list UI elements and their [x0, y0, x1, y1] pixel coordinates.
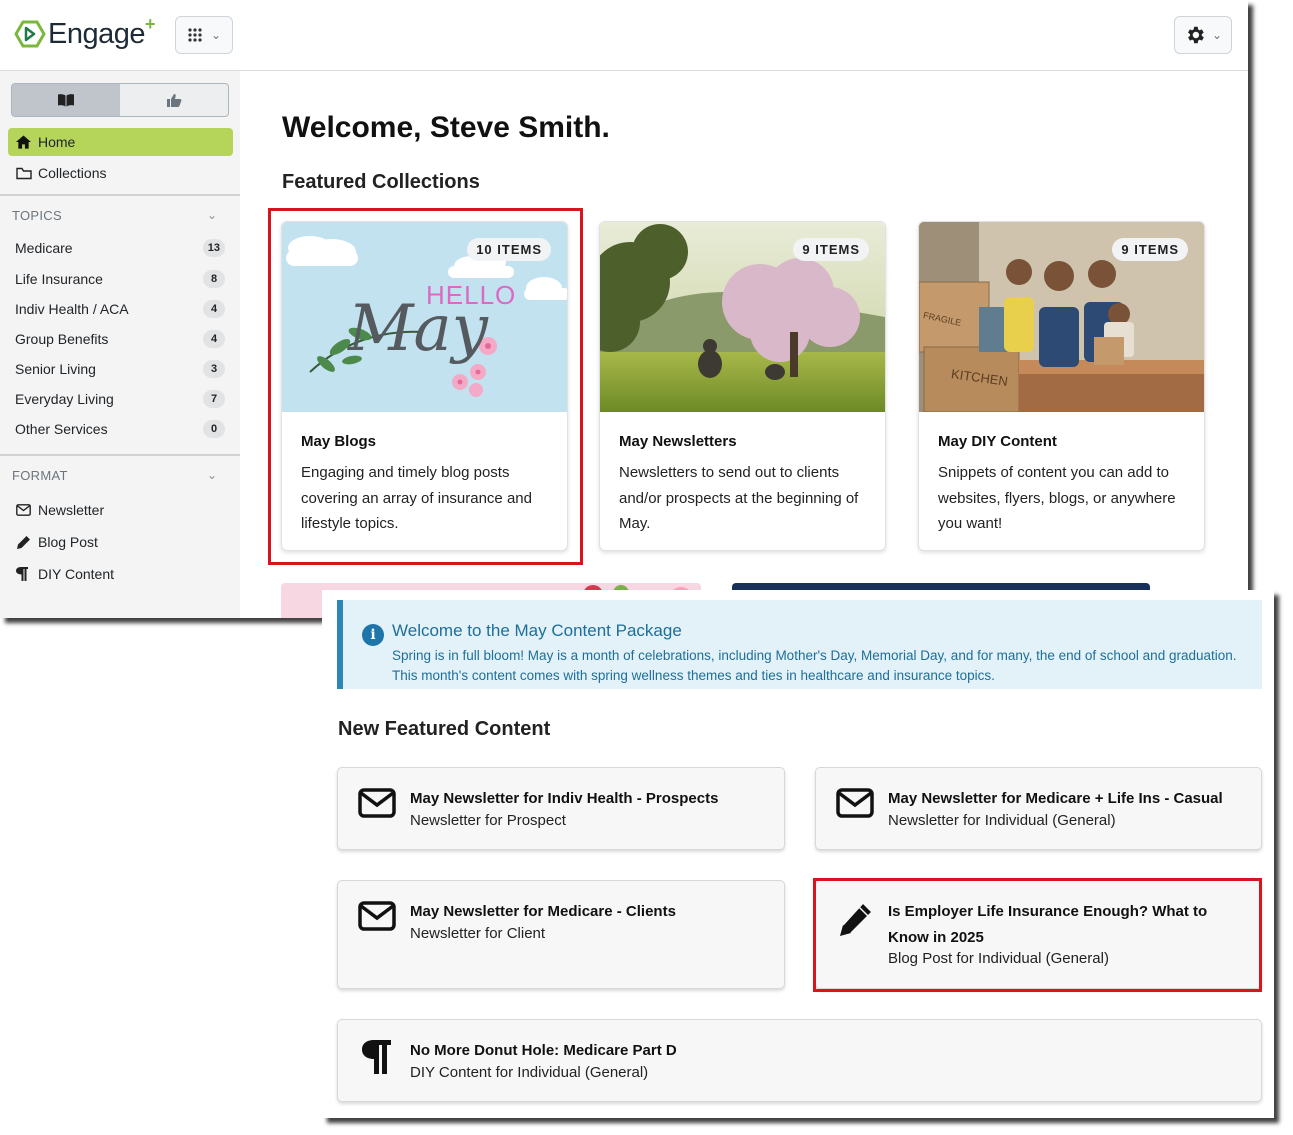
- item-title: May Newsletter for Indiv Health - Prospe…: [410, 790, 719, 807]
- count-badge: 4: [203, 300, 225, 318]
- format-item-newsletter[interactable]: Newsletter: [8, 496, 233, 524]
- brand-logo[interactable]: Engage +: [14, 13, 156, 52]
- topic-item-everyday-living[interactable]: Everyday Living 7: [15, 387, 225, 411]
- topics-collapse-chevron-icon[interactable]: ⌄: [207, 208, 217, 222]
- collection-card-may-diy-content[interactable]: FRAGILE KITCHEN 9 ITEMS May DIY Content …: [918, 221, 1205, 551]
- topic-label: Indiv Health / ACA: [15, 301, 129, 317]
- count-badge: 0: [203, 420, 225, 438]
- envelope-icon: [835, 788, 875, 824]
- book-icon: [58, 94, 74, 107]
- highlight-box: [813, 878, 1262, 992]
- count-badge: 8: [203, 270, 225, 288]
- topic-label: Life Insurance: [15, 271, 103, 287]
- info-alert: i Welcome to the May Content Package Spr…: [337, 600, 1262, 689]
- may-diy-content-image: FRAGILE KITCHEN 9 ITEMS: [919, 222, 1204, 412]
- main-content: Welcome, Steve Smith. Featured Collectio…: [240, 71, 1248, 618]
- topic-label: Senior Living: [15, 361, 96, 377]
- envelope-icon: [16, 504, 38, 516]
- topic-label: Everyday Living: [15, 391, 114, 407]
- logo-text: Engage: [48, 17, 146, 50]
- page-title: Welcome, Steve Smith.: [282, 111, 610, 144]
- card-title: May DIY Content: [938, 433, 1057, 450]
- top-navbar: Engage + ⌄ ⌄: [0, 0, 1248, 71]
- topics-section-label: TOPICS: [12, 208, 62, 223]
- logo-plus: +: [145, 13, 156, 34]
- topic-item-life-insurance[interactable]: Life Insurance 8: [15, 267, 225, 291]
- apps-menu-button[interactable]: ⌄: [175, 16, 233, 54]
- sidebar-item-label: Collections: [38, 165, 107, 181]
- app-window-top: Engage + ⌄ ⌄ Home Collections TOPICS ⌄ M…: [0, 0, 1248, 618]
- settings-menu-button[interactable]: ⌄: [1174, 16, 1232, 54]
- topic-label: Group Benefits: [15, 331, 109, 347]
- item-count-badge: 9 ITEMS: [1112, 238, 1188, 261]
- topic-label: Medicare: [15, 240, 73, 256]
- item-count-badge: 9 ITEMS: [793, 238, 869, 261]
- format-item-blog-post[interactable]: Blog Post: [8, 528, 233, 556]
- card-description: Newsletters to send out to clients and/o…: [619, 464, 859, 532]
- count-badge: 13: [202, 239, 225, 257]
- view-toggle: [11, 83, 229, 117]
- item-title: May Newsletter for Medicare - Clients: [410, 903, 676, 920]
- card-title: May Newsletters: [619, 433, 737, 450]
- count-badge: 3: [203, 360, 225, 378]
- paragraph-icon: [357, 1040, 397, 1076]
- format-section-label: FORMAT: [12, 468, 68, 483]
- sidebar-item-collections[interactable]: Collections: [8, 159, 233, 187]
- content-item-medicare-life-newsletter[interactable]: May Newsletter for Medicare + Life Ins -…: [815, 767, 1262, 850]
- content-item-indiv-health-newsletter[interactable]: May Newsletter for Indiv Health - Prospe…: [337, 767, 785, 850]
- alert-title: Welcome to the May Content Package: [392, 621, 682, 640]
- highlight-box: [268, 208, 583, 565]
- card-description: Snippets of content you can add to websi…: [938, 464, 1176, 532]
- home-icon: [16, 135, 38, 149]
- sidebar-item-home[interactable]: Home: [8, 128, 233, 156]
- chevron-down-icon: ⌄: [210, 28, 222, 42]
- topic-item-indiv-health[interactable]: Indiv Health / ACA 4: [15, 297, 225, 321]
- format-collapse-chevron-icon[interactable]: ⌄: [207, 468, 217, 482]
- item-title: May Newsletter for Medicare + Life Ins -…: [888, 790, 1223, 807]
- item-title: No More Donut Hole: Medicare Part D: [410, 1042, 677, 1059]
- may-newsletters-image: 9 ITEMS: [600, 222, 885, 412]
- envelope-icon: [357, 901, 397, 937]
- envelope-icon: [357, 788, 397, 824]
- sidebar: Home Collections TOPICS ⌄ Medicare 13 Li…: [0, 71, 240, 618]
- hexagon-logo-icon: [14, 20, 46, 48]
- collection-card-may-newsletters[interactable]: 9 ITEMS May Newsletters Newsletters to s…: [599, 221, 886, 551]
- item-subtitle: Newsletter for Client: [410, 925, 546, 942]
- thumbs-up-icon: [167, 94, 182, 107]
- item-subtitle: DIY Content for Individual (General): [410, 1064, 649, 1081]
- sidebar-item-label: Home: [38, 134, 76, 150]
- section-divider: [0, 454, 240, 456]
- folder-icon: [16, 167, 38, 180]
- app-window-bottom: i Welcome to the May Content Package Spr…: [322, 590, 1274, 1118]
- item-subtitle: Newsletter for Individual (General): [888, 812, 1116, 829]
- screenshot-composite: Engage + ⌄ ⌄ Home Collections TOPICS ⌄ M…: [0, 0, 1293, 1135]
- topic-item-group-benefits[interactable]: Group Benefits 4: [15, 327, 225, 351]
- topic-item-other-services[interactable]: Other Services 0: [15, 417, 225, 441]
- count-badge: 7: [203, 390, 225, 408]
- library-view-toggle[interactable]: [12, 84, 120, 116]
- paragraph-icon: [16, 567, 38, 581]
- grid-icon: [188, 28, 202, 42]
- format-label: DIY Content: [38, 566, 115, 582]
- format-item-diy-content[interactable]: DIY Content: [8, 560, 233, 588]
- chevron-down-icon: ⌄: [1211, 28, 1223, 42]
- section-divider: [0, 194, 240, 196]
- topic-item-medicare[interactable]: Medicare 13: [15, 236, 225, 260]
- gear-icon: [1188, 26, 1204, 44]
- featured-collections-heading: Featured Collections: [282, 171, 480, 193]
- content-item-donut-hole-diy[interactable]: No More Donut Hole: Medicare Part D DIY …: [337, 1019, 1262, 1102]
- format-label: Newsletter: [38, 502, 105, 518]
- topic-item-senior-living[interactable]: Senior Living 3: [15, 357, 225, 381]
- count-badge: 4: [203, 330, 225, 348]
- format-label: Blog Post: [38, 534, 98, 550]
- item-subtitle: Newsletter for Prospect: [410, 812, 566, 829]
- content-item-medicare-clients-newsletter[interactable]: May Newsletter for Medicare - Clients Ne…: [337, 880, 785, 989]
- topic-label: Other Services: [15, 421, 108, 437]
- alert-body: Spring is in full bloom! May is a month …: [392, 648, 1237, 683]
- new-featured-content-heading: New Featured Content: [338, 718, 551, 740]
- pencil-icon: [16, 535, 38, 550]
- recommended-view-toggle[interactable]: [120, 84, 228, 116]
- info-icon: i: [362, 624, 384, 646]
